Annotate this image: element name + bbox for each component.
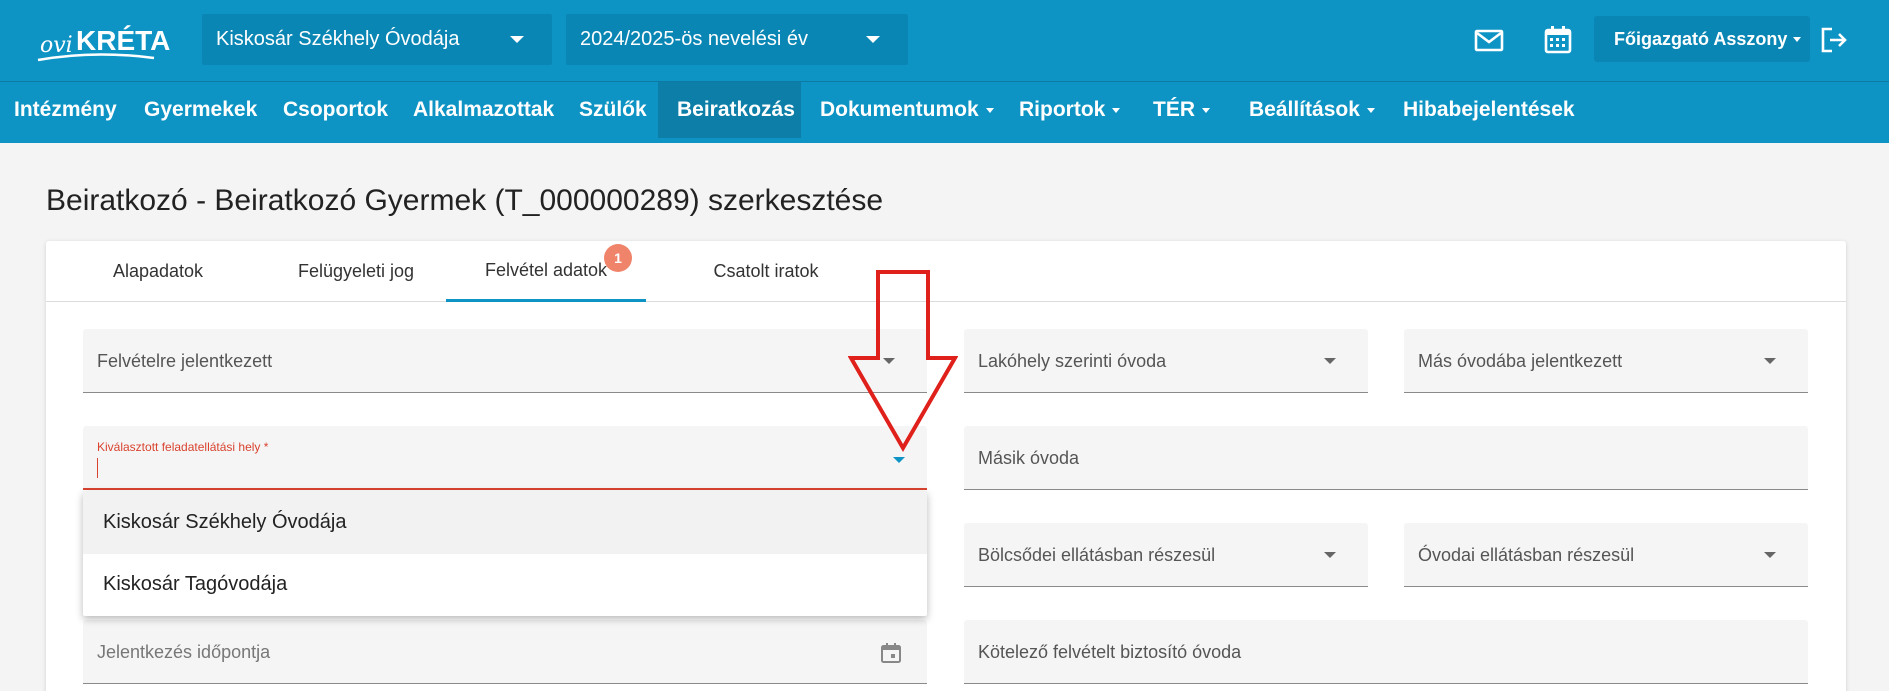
main-nav: Intézmény Gyermekek Csoportok Alkalmazot… <box>0 81 1889 143</box>
ovikreta-logo[interactable]: ovi KRÉTA <box>34 16 184 66</box>
field-label: Jelentkezés időpontja <box>97 642 271 662</box>
field-label: Kiválasztott feladatellátási hely * <box>97 440 269 454</box>
nav-beiratkozas[interactable]: Beiratkozás <box>658 82 801 138</box>
tab-label: Felvétel adatok <box>484 259 608 280</box>
kivalasztott-feladatellatasi-hely-select[interactable]: Kiválasztott feladatellátási hely * <box>83 426 927 490</box>
tab-alapadatok[interactable]: Alapadatok <box>86 241 230 302</box>
school-year-select-value: 2024/2025-ös nevelési év <box>580 28 808 50</box>
dropdown-arrow-icon <box>1324 358 1336 364</box>
field-label: Más óvodába jelentkezett <box>1418 351 1623 371</box>
field-label: Kötelező felvételt biztosító óvoda <box>978 642 1242 662</box>
user-menu-label: Főigazgató Asszony <box>1614 28 1788 49</box>
nav-alkalmazottak[interactable]: Alkalmazottak <box>413 82 554 138</box>
nav-label: TÉR <box>1153 98 1195 121</box>
nav-beallitasok[interactable]: Beállítások <box>1249 82 1375 138</box>
dropdown-arrow-icon <box>893 457 905 463</box>
svg-text:ovi: ovi <box>40 33 73 58</box>
nav-ter[interactable]: TÉR <box>1153 82 1210 138</box>
top-bar: ovi KRÉTA Kiskosár Székhely Óvodája 2024… <box>0 0 1889 81</box>
nav-label: Dokumentumok <box>820 98 979 121</box>
nav-label: Riportok <box>1019 98 1106 121</box>
caret-down-icon <box>1202 107 1210 113</box>
field-label: Óvodai ellátásban részesül <box>1418 545 1635 565</box>
nav-label: Hibabejelentések <box>1403 98 1575 121</box>
mail-icon[interactable] <box>1473 24 1505 56</box>
nav-label: Intézmény <box>14 98 117 121</box>
chevron-down-icon <box>510 36 524 43</box>
calendar-icon[interactable] <box>880 642 902 664</box>
dropdown-arrow-icon <box>1764 552 1776 558</box>
lakohely-szerinti-ovoda-select[interactable]: Lakóhely szerinti óvoda <box>964 329 1368 393</box>
field-label: Felvételre jelentkezett <box>97 351 273 371</box>
logout-icon[interactable] <box>1818 24 1850 56</box>
field-label: Másik óvoda <box>978 448 1080 468</box>
jelentkezes-idopontja-field[interactable]: Jelentkezés időpontja <box>83 620 927 684</box>
institution-select[interactable]: Kiskosár Székhely Óvodája <box>202 14 552 65</box>
page-title: Beiratkozó - Beiratkozó Gyermek (T_00000… <box>46 184 884 217</box>
felvetelre-jelentkezett-select[interactable]: Felvételre jelentkezett <box>83 329 927 393</box>
caret-down-icon <box>1793 36 1802 42</box>
dropdown-arrow-icon <box>1324 552 1336 558</box>
text-cursor <box>97 458 98 478</box>
option-label: Kiskosár Székhely Óvodája <box>103 511 347 533</box>
nav-intezmeny[interactable]: Intézmény <box>14 82 117 138</box>
nav-label: Csoportok <box>283 98 388 121</box>
tab-label: Csatolt iratok <box>713 261 819 281</box>
annotation-arrow-icon <box>848 270 958 452</box>
svg-text:KRÉTA: KRÉTA <box>76 25 170 56</box>
nav-label: Beállítások <box>1249 98 1360 121</box>
nav-dokumentumok[interactable]: Dokumentumok <box>820 82 994 138</box>
institution-select-value: Kiskosár Székhely Óvodája <box>216 28 460 50</box>
feladatellatasi-hely-dropdown-menu: Kiskosár Székhely Óvodája Kiskosár Tagóv… <box>83 491 927 616</box>
caret-down-icon <box>1366 107 1375 113</box>
nav-label: Szülők <box>579 98 647 121</box>
tab-label: Alapadatok <box>112 261 204 281</box>
nav-label: Gyermekek <box>144 98 258 121</box>
caret-down-icon <box>985 107 994 113</box>
dropdown-option[interactable]: Kiskosár Székhely Óvodája <box>83 491 927 554</box>
nav-hibabejelentesek[interactable]: Hibabejelentések <box>1403 82 1575 138</box>
nav-gyermekek[interactable]: Gyermekek <box>144 82 257 138</box>
nav-label: Beiratkozás <box>677 98 795 121</box>
chevron-down-icon <box>866 36 880 43</box>
tab-label: Felügyeleti jog <box>297 261 415 281</box>
tab-csatolt-iratok[interactable]: Csatolt iratok <box>666 241 866 302</box>
error-count-badge: 1 <box>604 244 632 272</box>
dropdown-arrow-icon <box>1764 358 1776 364</box>
tab-felugyeleti-jog[interactable]: Felügyeleti jog <box>246 241 466 302</box>
option-label: Kiskosár Tagóvodája <box>103 573 288 595</box>
bolcsodei-ellatas-select[interactable]: Bölcsődei ellátásban részesül <box>964 523 1368 587</box>
ovodai-ellatas-select[interactable]: Óvodai ellátásban részesül <box>1404 523 1808 587</box>
nav-label: Alkalmazottak <box>413 98 555 121</box>
caret-down-icon <box>1112 107 1121 113</box>
dropdown-option[interactable]: Kiskosár Tagóvodája <box>83 553 927 616</box>
nav-szulok[interactable]: Szülők <box>579 82 647 138</box>
user-menu-button[interactable]: Főigazgató Asszony <box>1594 16 1810 62</box>
mas-ovodaba-jelentkezett-select[interactable]: Más óvodába jelentkezett <box>1404 329 1808 393</box>
calendar-icon[interactable] <box>1542 24 1574 56</box>
nav-csoportok[interactable]: Csoportok <box>283 82 388 138</box>
kotelezo-felvetel-field[interactable]: Kötelező felvételt biztosító óvoda <box>964 620 1808 684</box>
school-year-select[interactable]: 2024/2025-ös nevelési év <box>566 14 908 65</box>
nav-riportok[interactable]: Riportok <box>1019 82 1121 138</box>
field-label: Bölcsődei ellátásban részesül <box>978 545 1216 565</box>
masik-ovoda-field[interactable]: Másik óvoda <box>964 426 1808 490</box>
field-label: Lakóhely szerinti óvoda <box>978 351 1167 371</box>
